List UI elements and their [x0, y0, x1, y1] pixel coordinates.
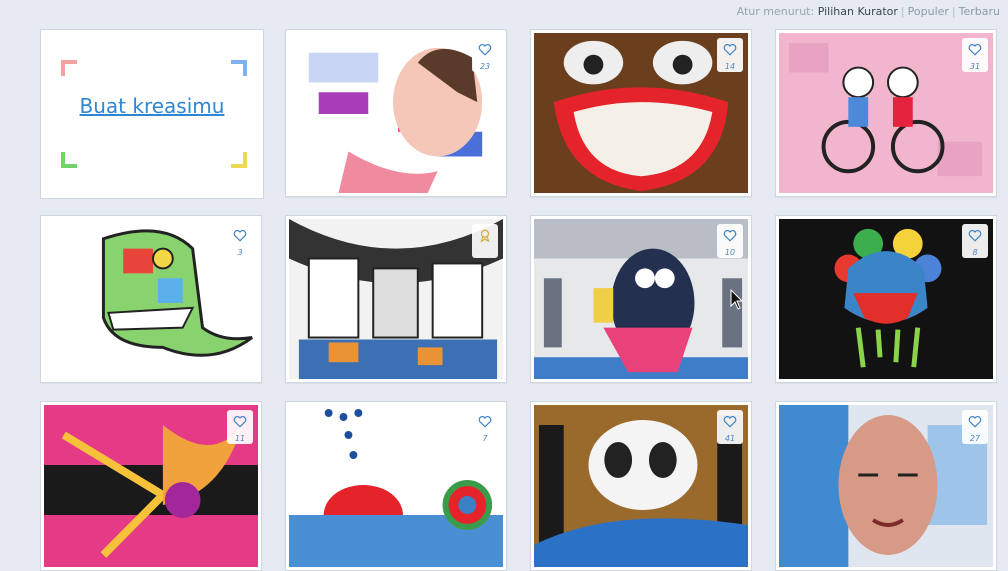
like-button[interactable]: 11 — [227, 410, 253, 444]
like-button[interactable]: 14 — [717, 38, 743, 72]
heart-icon — [723, 230, 737, 242]
like-count: 7 — [482, 434, 488, 443]
heart-icon — [233, 230, 247, 242]
sort-option-popular[interactable]: Populer — [908, 5, 949, 18]
heart-icon — [478, 416, 492, 428]
heart-icon — [723, 416, 737, 428]
heart-icon — [723, 44, 737, 56]
divider: | — [951, 5, 956, 18]
like-count: 41 — [724, 434, 736, 443]
like-button[interactable]: 8 — [962, 224, 988, 258]
heart-icon — [968, 44, 982, 56]
like-count: 11 — [234, 434, 246, 443]
artwork-card[interactable]: 11 — [40, 401, 262, 571]
corner-bracket-icon — [61, 60, 77, 76]
artwork-card[interactable]: 31 — [775, 29, 997, 197]
artwork-card[interactable]: 8 — [775, 215, 997, 383]
corner-bracket-icon — [231, 152, 247, 168]
artwork-card[interactable]: 3 — [40, 215, 262, 383]
like-button[interactable]: 7 — [472, 410, 498, 444]
artwork-image[interactable] — [779, 219, 993, 379]
artwork-image[interactable] — [779, 405, 993, 567]
like-count: 3 — [237, 248, 243, 257]
artwork-card[interactable] — [285, 215, 507, 383]
like-count: 14 — [724, 62, 736, 71]
like-button[interactable]: 10 — [717, 224, 743, 258]
artwork-card[interactable]: 27 — [775, 401, 997, 571]
heart-icon — [478, 44, 492, 56]
heart-icon — [968, 230, 982, 242]
artwork-image[interactable] — [44, 405, 258, 567]
artwork-card[interactable]: 7 — [285, 401, 507, 571]
artwork-image[interactable] — [44, 219, 258, 379]
sort-option-curator[interactable]: Pilihan Kurator — [818, 5, 898, 18]
artwork-image[interactable] — [289, 405, 503, 567]
create-artwork-card[interactable]: Buat kreasimu — [40, 29, 264, 199]
corner-bracket-icon — [61, 152, 77, 168]
like-count: 27 — [969, 434, 981, 443]
like-count: 31 — [969, 62, 981, 71]
artwork-image[interactable] — [534, 405, 748, 567]
divider: | — [900, 5, 905, 18]
like-count: 8 — [972, 248, 978, 257]
artwork-card[interactable]: 10 — [530, 215, 752, 383]
award-ribbon-icon — [480, 229, 490, 243]
artwork-card[interactable]: 41 — [530, 401, 752, 571]
mouse-cursor-icon — [730, 289, 744, 310]
corner-bracket-icon — [231, 60, 247, 76]
artwork-image[interactable] — [289, 219, 503, 379]
like-button[interactable]: 31 — [962, 38, 988, 72]
artwork-card[interactable]: 23 — [285, 29, 507, 197]
artwork-card[interactable]: 14 — [530, 29, 752, 197]
like-button[interactable]: 3 — [227, 224, 253, 258]
sort-bar: Atur menurut: Pilihan Kurator | Populer | Te… — [737, 5, 1000, 18]
artwork-image[interactable] — [534, 33, 748, 193]
artwork-image[interactable] — [779, 33, 993, 193]
like-button[interactable]: 23 — [472, 38, 498, 72]
sort-label: Atur menurut: — [736, 5, 815, 18]
like-button[interactable]: 41 — [717, 410, 743, 444]
heart-icon — [233, 416, 247, 428]
sort-option-newest[interactable]: Terbaru — [959, 5, 1000, 18]
award-badge — [472, 224, 498, 258]
artwork-image[interactable] — [534, 219, 748, 379]
like-button[interactable]: 27 — [962, 410, 988, 444]
heart-icon — [968, 416, 982, 428]
like-count: 23 — [479, 62, 491, 71]
artwork-image[interactable] — [289, 33, 503, 193]
like-count: 10 — [724, 248, 736, 257]
create-artwork-link[interactable]: Buat kreasimu — [41, 94, 263, 118]
